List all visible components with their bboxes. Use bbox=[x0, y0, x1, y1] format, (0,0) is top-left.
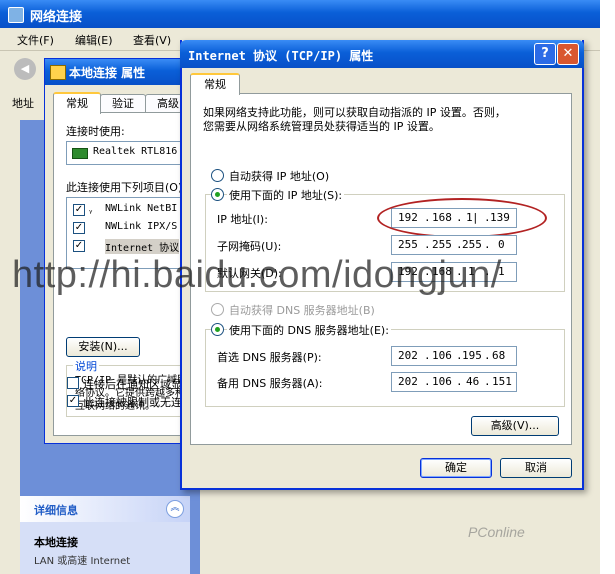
show-icon-checkbox[interactable] bbox=[67, 377, 79, 389]
ip-highlight-ellipse bbox=[377, 198, 547, 238]
auto-ip-label: 自动获得 IP 地址(O) bbox=[229, 170, 330, 183]
back-arrow-icon: ◀ bbox=[20, 62, 30, 75]
install-button[interactable]: 安装(N)... bbox=[66, 337, 140, 357]
help-button[interactable]: ? bbox=[534, 43, 556, 65]
details-header-bar: 详细信息 ︽ bbox=[20, 496, 190, 522]
description-group-label: 说明 bbox=[73, 358, 99, 374]
details-desc: LAN 或高速 Internet bbox=[34, 556, 131, 567]
auto-dns-label: 自动获得 DNS 服务器地址(B) bbox=[229, 304, 375, 317]
adapter-name: Realtek RTL816 bbox=[93, 146, 178, 157]
cancel-button[interactable]: 取消 bbox=[500, 458, 572, 478]
dns2-label: 备用 DNS 服务器(A): bbox=[217, 377, 323, 390]
item-checkbox[interactable]: ✓ bbox=[73, 240, 85, 252]
network-card-icon bbox=[72, 148, 88, 159]
menu-edit[interactable]: 编辑(E) bbox=[75, 32, 113, 48]
details-panel: 详细信息 ︽ 本地连接 LAN 或高速 Internet bbox=[20, 496, 190, 574]
items-label: 此连接使用下列项目(O): bbox=[66, 181, 186, 194]
mask-field[interactable]: 255. 255. 255. 0 bbox=[391, 235, 517, 255]
item-checkbox[interactable]: ✓ bbox=[73, 204, 85, 216]
use-ip-radio[interactable] bbox=[211, 188, 224, 201]
local-props-titlebar: 本地连接 属性 bbox=[45, 59, 195, 85]
ip-label: IP 地址(I): bbox=[217, 213, 268, 226]
details-header: 详细信息 bbox=[34, 504, 78, 517]
use-ip-label: 使用下面的 IP 地址(S): bbox=[227, 187, 345, 203]
url-watermark: http://hi.baidu.com/idongjun/ bbox=[12, 254, 502, 296]
tab-general[interactable]: 常规 bbox=[53, 92, 101, 114]
use-dns-label: 使用下面的 DNS 服务器地址(E): bbox=[227, 322, 391, 338]
adapter-box: Realtek RTL816 bbox=[66, 141, 198, 165]
menu-view[interactable]: 查看(V) bbox=[133, 32, 171, 48]
address-label: 地址 bbox=[12, 97, 34, 110]
tcpip-title: Internet 协议 (TCP/IP) 属性 bbox=[188, 49, 374, 63]
dns1-label: 首选 DNS 服务器(P): bbox=[217, 351, 322, 364]
close-icon: ✕ bbox=[562, 46, 574, 61]
intro-line-2: 您需要从网络系统管理员处获得适当的 IP 设置。 bbox=[203, 120, 440, 133]
connection-icon bbox=[50, 65, 66, 80]
ok-button[interactable]: 确定 bbox=[420, 458, 492, 478]
protocol-icon: ᵧ bbox=[89, 206, 93, 216]
tab-general[interactable]: 常规 bbox=[190, 73, 240, 95]
details-name: 本地连接 bbox=[34, 536, 78, 549]
dns-groupbox bbox=[205, 329, 565, 407]
notify-checkbox[interactable]: ✓ bbox=[67, 395, 79, 407]
network-icon bbox=[8, 7, 24, 23]
explorer-titlebar: 网络连接 bbox=[0, 0, 600, 28]
tab-auth[interactable]: 验证 bbox=[100, 94, 146, 113]
local-props-title: 本地连接 属性 bbox=[69, 66, 146, 80]
pconline-logo: PConline bbox=[468, 524, 525, 540]
collapse-chevron-icon[interactable]: ︽ bbox=[166, 500, 184, 518]
dns2-field[interactable]: 202. 106. 46. 151 bbox=[391, 372, 517, 392]
tcpip-titlebar: Internet 协议 (TCP/IP) 属性 ? ✕ bbox=[180, 40, 584, 68]
explorer-title: 网络连接 bbox=[30, 10, 83, 25]
dns1-field[interactable]: 202. 106. 195. 68 bbox=[391, 346, 517, 366]
close-button[interactable]: ✕ bbox=[557, 43, 579, 65]
mask-label: 子网掩码(U): bbox=[217, 240, 282, 253]
advanced-button[interactable]: 高级(V)... bbox=[471, 416, 559, 436]
menu-file[interactable]: 文件(F) bbox=[17, 32, 54, 48]
item-checkbox[interactable]: ✓ bbox=[73, 222, 85, 234]
list-item[interactable]: NWLink IPX/S bbox=[105, 221, 177, 232]
local-props-dialog: 本地连接 属性 常规 验证 高级 连接时使用: Realtek RTL816 此… bbox=[44, 58, 255, 444]
connect-using-label: 连接时使用: bbox=[66, 125, 125, 138]
use-dns-radio[interactable] bbox=[211, 323, 224, 336]
list-item[interactable]: NWLink NetBI bbox=[105, 203, 177, 214]
auto-dns-radio[interactable] bbox=[211, 303, 224, 316]
back-button[interactable]: ◀ bbox=[14, 58, 36, 80]
auto-ip-radio[interactable] bbox=[211, 169, 224, 182]
help-icon: ? bbox=[541, 46, 549, 61]
list-item[interactable]: Internet 协议 bbox=[105, 239, 180, 254]
